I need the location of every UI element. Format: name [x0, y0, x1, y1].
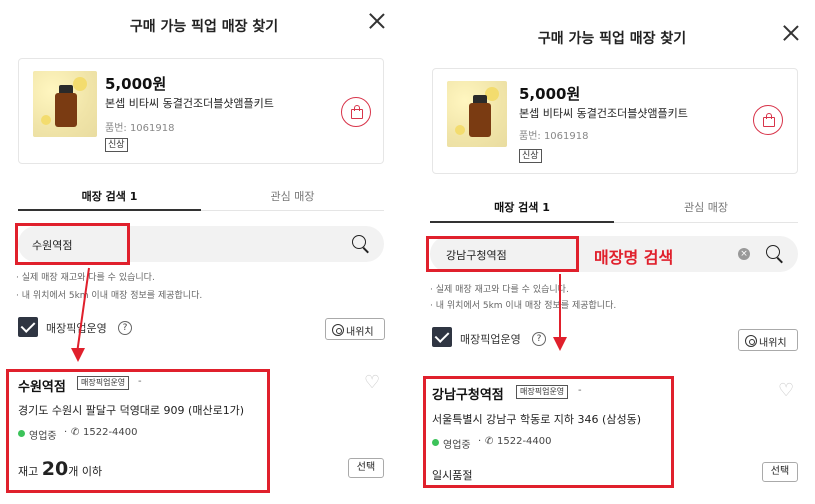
select-store-button[interactable]: 선택 [762, 462, 798, 482]
my-location-button[interactable]: 내위치 [325, 318, 385, 340]
clear-icon[interactable]: × [738, 248, 750, 260]
product-code: 품번: 1061918 [105, 123, 175, 134]
product-price: 5,000원 [105, 75, 167, 93]
pickup-filter-checkbox[interactable] [432, 327, 452, 347]
annotation-arrow-head [71, 348, 85, 362]
shopping-bag-button[interactable] [341, 97, 371, 127]
product-price: 5,000원 [519, 85, 581, 103]
pickup-filter-checkbox[interactable] [18, 317, 38, 337]
new-badge: 신상 [519, 149, 542, 163]
highlight-search-box [15, 223, 130, 265]
select-store-button[interactable]: 선택 [348, 458, 384, 478]
shopping-bag-button[interactable] [753, 105, 783, 135]
highlight-store-result [6, 369, 270, 493]
pickup-filter-label: 매장픽업운영 [46, 322, 107, 335]
highlight-store-result [423, 376, 674, 488]
annotation-arrow-line [559, 274, 561, 340]
close-icon[interactable] [368, 12, 386, 30]
product-name: 본셉 비타씨 동결건조더블샷앰플키트 [105, 97, 274, 110]
modal-title: 구매 가능 픽업 매장 찾기 [537, 31, 687, 47]
product-code: 품번: 1061918 [519, 131, 589, 142]
new-badge: 신상 [105, 138, 128, 152]
notice-stock: · 실제 매장 재고와 다를 수 있습니다. [430, 285, 569, 295]
highlight-search-box [426, 236, 579, 272]
location-target-icon [332, 324, 344, 336]
product-image [33, 71, 97, 137]
my-location-button[interactable]: 내위치 [738, 329, 798, 351]
tab-store-search[interactable]: 매장 검색 1 [18, 188, 201, 204]
notice-distance: · 내 위치에서 5km 이내 매장 정보를 제공합니다. [16, 291, 203, 301]
my-location-label: 내위치 [759, 338, 787, 349]
pickup-filter-label: 매장픽업운영 [460, 333, 521, 346]
modal-title: 구매 가능 픽업 매장 찾기 [129, 19, 279, 35]
tab-store-search[interactable]: 매장 검색 1 [430, 199, 614, 215]
location-target-icon [745, 335, 757, 347]
annotation-search-label: 매장명 검색 [594, 248, 674, 267]
product-image [447, 81, 507, 147]
notice-distance: · 내 위치에서 5km 이내 매장 정보를 제공합니다. [430, 301, 617, 311]
tab-favorite-stores[interactable]: 관심 매장 [201, 188, 384, 204]
product-card: 5,000원 본셉 비타씨 동결건조더블샷앰플키트 품번: 1061918 신상 [432, 68, 798, 174]
help-icon[interactable]: ? [118, 321, 132, 335]
tab-active-indicator [18, 209, 201, 211]
product-card: 5,000원 본셉 비타씨 동결건조더블샷앰플키트 품번: 1061918 신상 [18, 58, 384, 164]
tab-active-indicator [430, 221, 614, 223]
left-panel: 구매 가능 픽업 매장 찾기 5,000원 본셉 비타씨 동결건조더블샷앰플키트… [0, 0, 408, 504]
heart-icon[interactable]: ♡ [364, 374, 380, 392]
right-panel: 구매 가능 픽업 매장 찾기 5,000원 본셉 비타씨 동결건조더블샷앰플키트… [408, 0, 815, 504]
tab-favorite-stores[interactable]: 관심 매장 [614, 199, 798, 215]
search-icon[interactable] [352, 235, 366, 249]
close-icon[interactable] [782, 24, 800, 42]
product-name: 본셉 비타씨 동결건조더블샷앰플키트 [519, 107, 688, 120]
annotation-arrow-head [553, 337, 567, 351]
search-icon[interactable] [766, 245, 780, 259]
help-icon[interactable]: ? [532, 332, 546, 346]
my-location-label: 내위치 [346, 327, 374, 338]
heart-icon[interactable]: ♡ [778, 382, 794, 400]
